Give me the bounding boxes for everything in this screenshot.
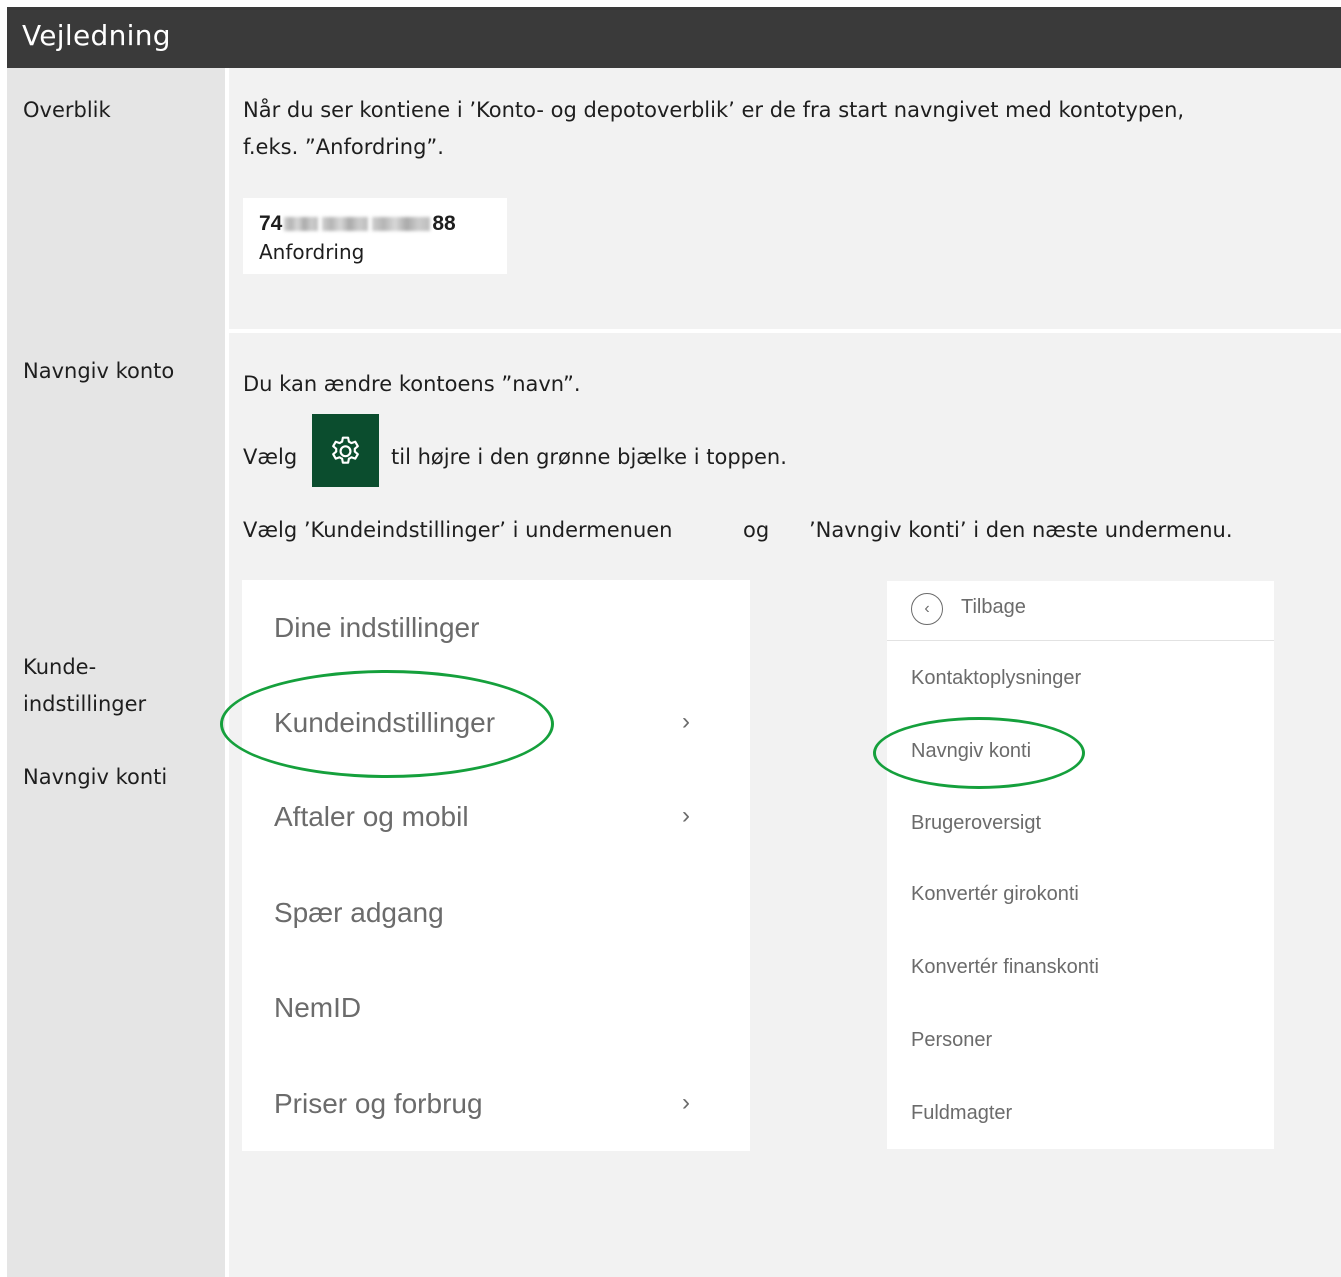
gear-icon [332,436,359,464]
overblik-text-line1: Når du ser kontiene i ’Konto- og depotov… [243,98,1185,122]
navngiv-text1: Du kan ændre kontoens ”navn”. [243,372,581,396]
menu-item-personer[interactable]: Personer [911,1029,992,1052]
chevron-left-icon: ‹ [911,593,943,625]
back-button[interactable]: ‹ Tilbage [887,581,1274,641]
account-number: 74 88 [259,212,456,236]
blurred-digits [322,217,369,232]
chevron-right-icon: › [682,802,690,829]
menu-item-dine-indstillinger[interactable]: Dine indstillinger [274,612,479,644]
menu-item-fuldmagter[interactable]: Fuldmagter [911,1102,1012,1125]
page-title: Vejledning [22,19,171,52]
highlight-navngiv-konti [873,717,1085,789]
chevron-right-icon: › [682,1089,690,1116]
blurred-digits [372,217,431,232]
choose-suffix: til højre i den grønne bjælke i toppen. [391,445,787,469]
submenu-text-a: Vælg ’Kundeindstillinger’ i undermenuen [243,518,673,542]
menu-item-konverter-girokonti[interactable]: Konvertér girokonti [911,883,1079,906]
label-navngiv-konto: Navngiv konto [23,359,175,383]
account-number-end: 88 [432,212,456,235]
label-navngiv-konti: Navngiv konti [23,765,168,789]
choose-prefix: Vælg [243,445,298,469]
settings-menu: Dine indstillinger Kundeindstillinger › … [242,580,750,1151]
account-card: 74 88 Anfordring [243,198,507,274]
menu-item-konverter-finanskonti[interactable]: Konvertér finanskonti [911,956,1099,979]
submenu-text-b: ’Navngiv konti’ i den næste undermenu. [809,518,1233,542]
overblik-text-line2: f.eks. ”Anfordring”. [243,135,444,159]
menu-item-priser-og-forbrug[interactable]: Priser og forbrug [274,1088,483,1120]
account-number-start: 74 [259,212,283,235]
menu-item-nemid[interactable]: NemID [274,992,361,1024]
back-label: Tilbage [961,596,1026,618]
blurred-digits [284,217,319,232]
menu-item-kontaktoplysninger[interactable]: Kontaktoplysninger [911,667,1081,690]
settings-button[interactable] [312,414,379,487]
menu-item-brugeroversigt[interactable]: Brugeroversigt [911,812,1041,835]
label-overblik: Overblik [23,98,111,122]
page-header: Vejledning [7,7,1341,68]
menu-item-spaer-adgang[interactable]: Spær adgang [274,897,444,929]
label-kunde-line2: indstillinger [23,692,147,716]
account-type: Anfordring [259,240,365,264]
highlight-kundeindstillinger [220,670,554,778]
label-kunde-line1: Kunde- [23,655,97,679]
menu-item-aftaler-og-mobil[interactable]: Aftaler og mobil [274,801,469,833]
customer-settings-menu: ‹ Tilbage Kontaktoplysninger Navngiv kon… [887,581,1274,1149]
submenu-text-og: og [743,518,770,542]
chevron-right-icon: › [682,708,690,735]
